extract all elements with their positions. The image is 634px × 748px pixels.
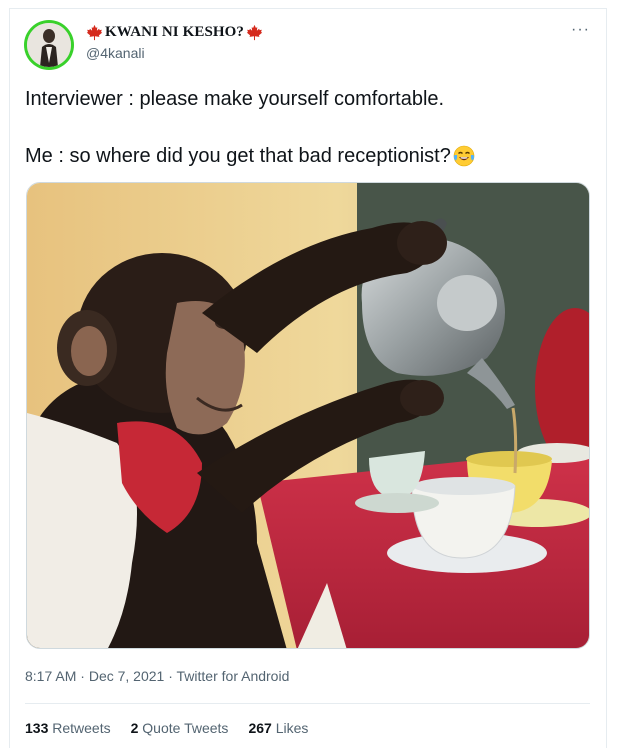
tears-of-joy-emoji-icon — [452, 144, 476, 168]
more-options-icon[interactable]: ··· — [571, 22, 590, 38]
user-name-row[interactable]: KWANI NI KESHO? — [86, 24, 263, 41]
quote-tweets-count: 2 — [130, 720, 139, 736]
tweet-photo[interactable] — [26, 182, 590, 649]
tweet-time[interactable]: 8:17 AM — [25, 668, 76, 684]
avatar-image — [27, 23, 71, 67]
avatar[interactable] — [24, 20, 74, 70]
meta-separator: · — [168, 668, 173, 684]
quote-tweets-label: Quote Tweets — [142, 720, 229, 736]
maple-leaf-icon — [86, 24, 103, 41]
tweet-date[interactable]: Dec 7, 2021 — [89, 668, 165, 684]
tweet-text-line-2: Me : so where did you get that bad recep… — [25, 144, 451, 167]
meta-separator: · — [80, 668, 85, 684]
retweets-count: 133 — [25, 720, 49, 736]
likes-stat[interactable]: 267 Likes — [248, 720, 308, 736]
tweet-text-line-2-row: Me : so where did you get that bad recep… — [25, 144, 476, 168]
tweet-source[interactable]: Twitter for Android — [177, 668, 290, 684]
display-name[interactable]: KWANI NI KESHO? — [105, 24, 244, 41]
retweets-label: Retweets — [52, 720, 111, 736]
likes-count: 267 — [248, 720, 272, 736]
user-handle[interactable]: @4kanali — [86, 45, 145, 61]
maple-leaf-icon — [246, 24, 263, 41]
tweet-stats: 133 Retweets 2 Quote Tweets 267 Likes — [25, 720, 308, 736]
divider — [25, 703, 590, 704]
retweets-stat[interactable]: 133 Retweets — [25, 720, 111, 736]
tweet-text-line-1: Interviewer : please make yourself comfo… — [25, 88, 445, 110]
likes-label: Likes — [275, 720, 309, 736]
quote-tweets-stat[interactable]: 2 Quote Tweets — [131, 720, 229, 736]
chimpanzee-pouring-tea-photo — [27, 183, 589, 648]
tweet-meta: 8:17 AM · Dec 7, 2021 · Twitter for Andr… — [25, 668, 289, 684]
